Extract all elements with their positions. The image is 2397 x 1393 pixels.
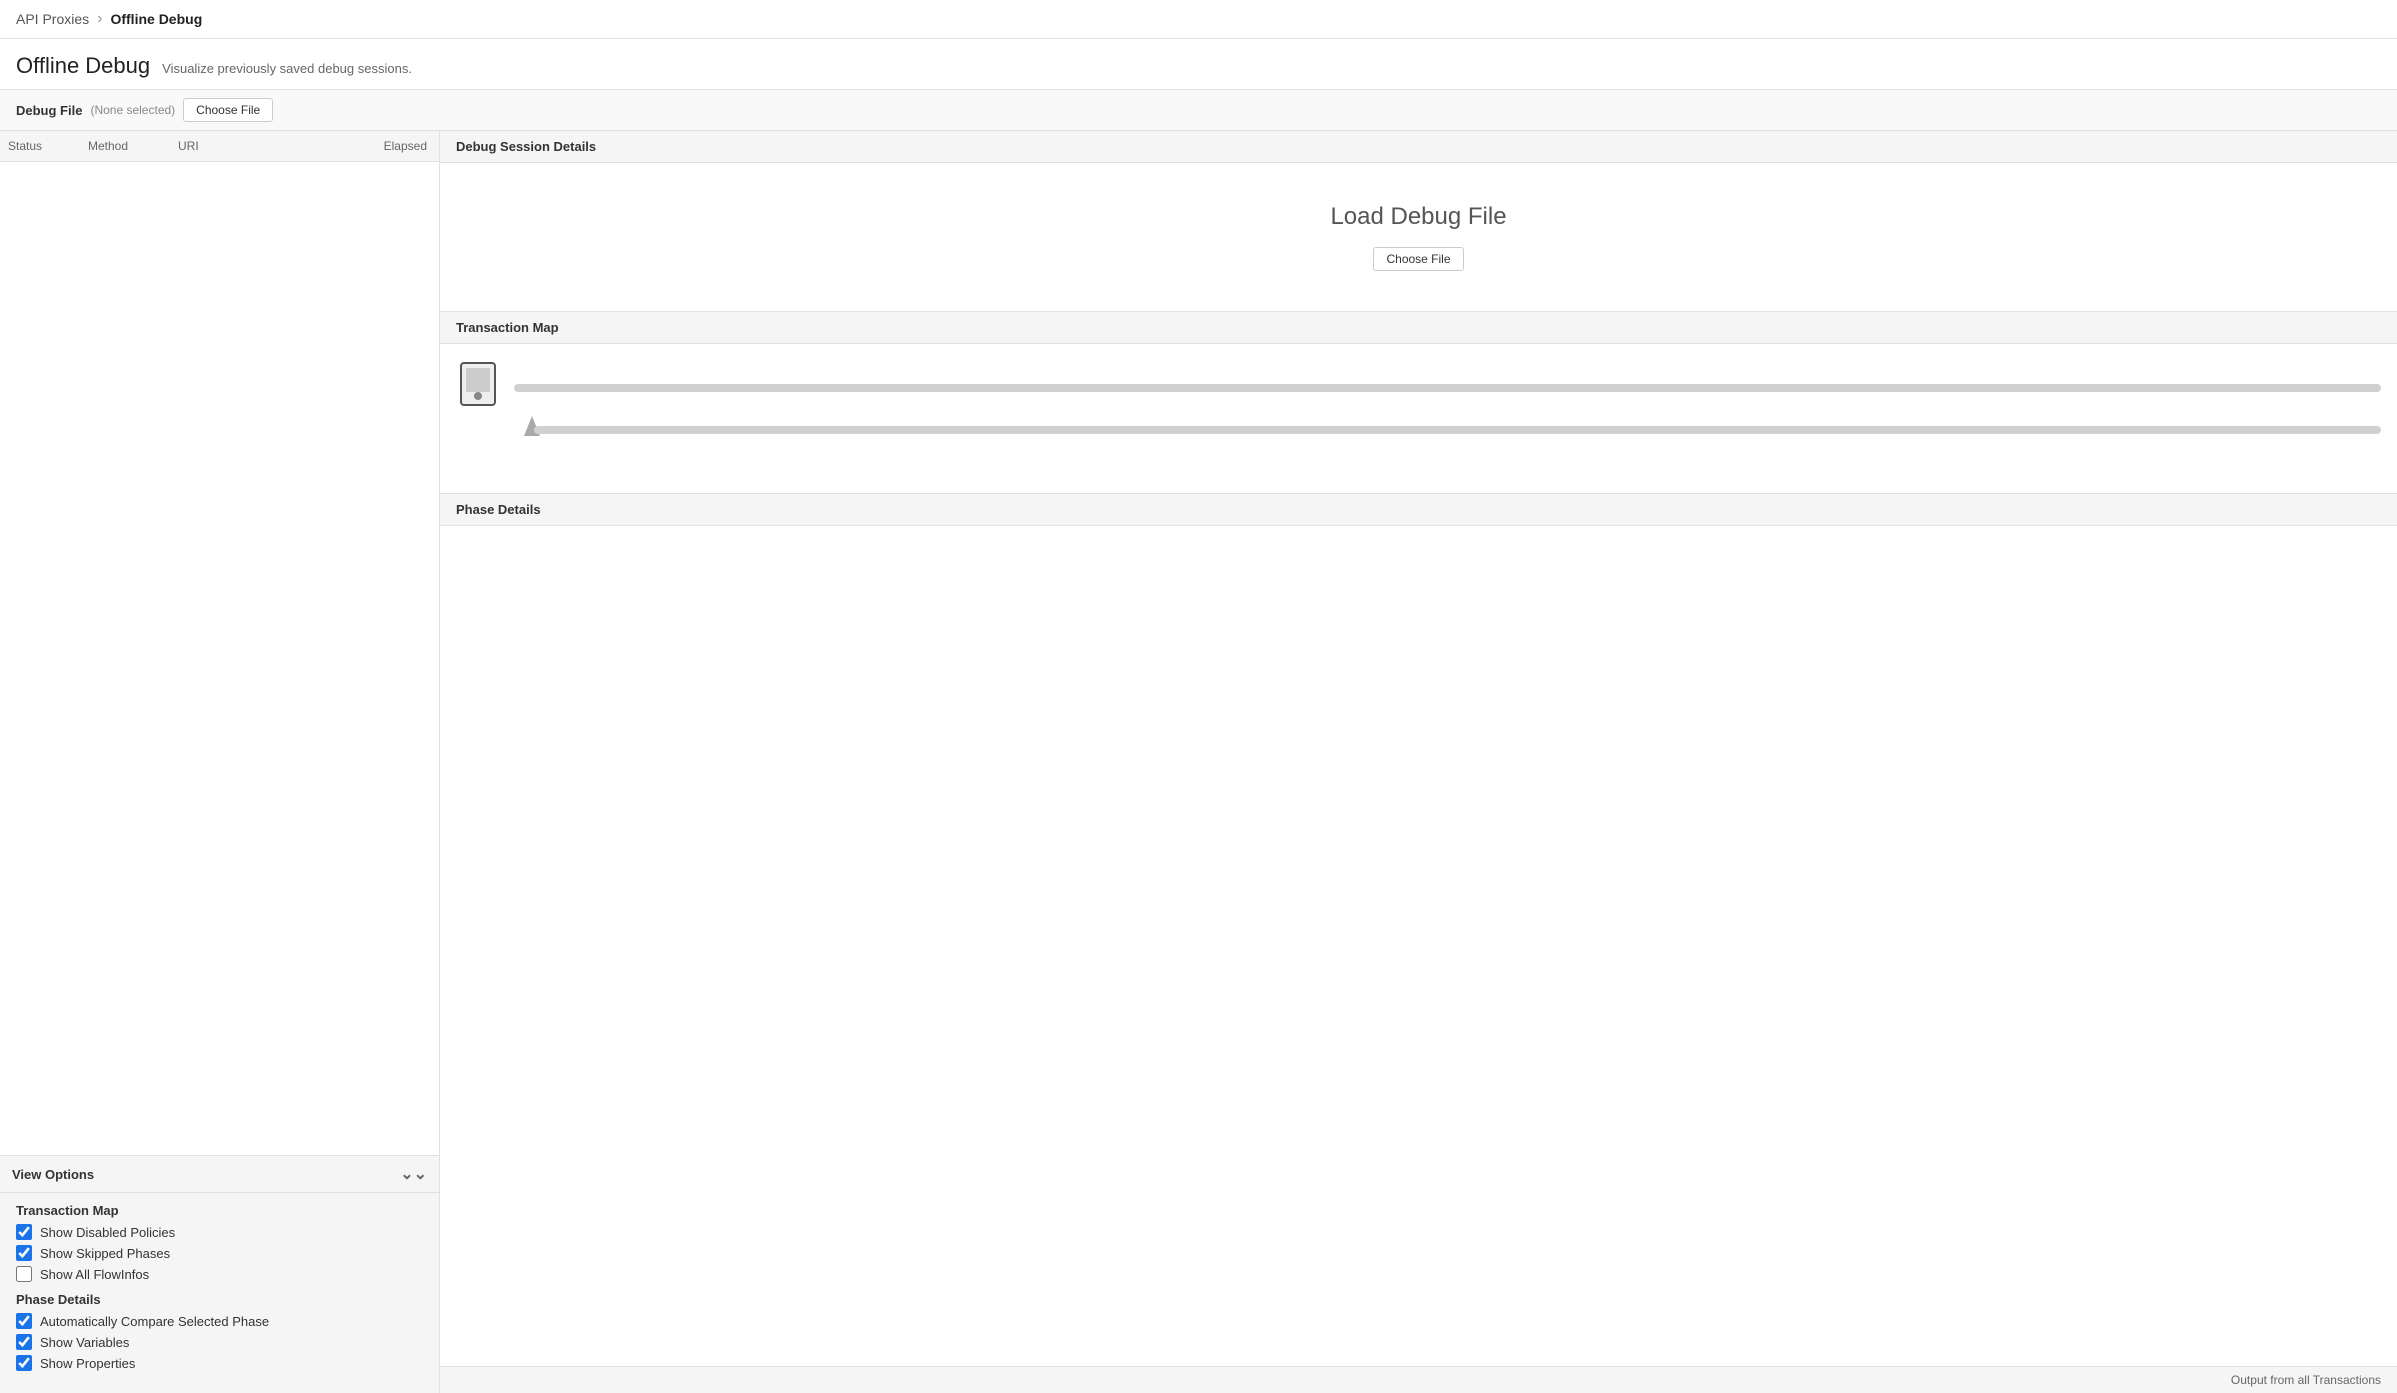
collapse-icon[interactable]: ⌄⌄ — [400, 1164, 427, 1184]
choose-file-button-main[interactable]: Choose File — [1373, 247, 1463, 271]
debug-session-header: Debug Session Details — [440, 131, 2397, 163]
breadcrumb: API Proxies › Offline Debug — [0, 0, 2397, 39]
main-layout: Status Method URI Elapsed View Options ⌄… — [0, 131, 2397, 1393]
transaction-map-header: Transaction Map — [440, 312, 2397, 344]
show-skipped-phases-label: Show Skipped Phases — [40, 1246, 170, 1261]
transaction-map-body — [440, 344, 2397, 494]
show-disabled-policies-label: Show Disabled Policies — [40, 1225, 175, 1240]
view-options-title: View Options — [12, 1167, 94, 1182]
phase-details-vo-label: Phase Details — [16, 1292, 423, 1307]
phone-icon — [460, 362, 496, 406]
transaction-arrows — [514, 364, 2381, 444]
show-variables-row: Show Variables — [16, 1334, 423, 1350]
view-options-header: View Options ⌄⌄ — [0, 1156, 439, 1193]
choose-file-button-top[interactable]: Choose File — [183, 98, 273, 122]
show-disabled-policies-row: Show Disabled Policies — [16, 1224, 423, 1240]
load-debug-area: Load Debug File Choose File — [440, 163, 2397, 312]
phase-details-header: Phase Details — [440, 494, 2397, 526]
debug-file-bar: Debug File (None selected) Choose File — [0, 90, 2397, 131]
show-variables-checkbox[interactable] — [16, 1334, 32, 1350]
show-disabled-policies-checkbox[interactable] — [16, 1224, 32, 1240]
table-header: Status Method URI Elapsed — [0, 131, 439, 162]
col-header-uri: URI — [170, 137, 359, 155]
show-all-flowinfos-checkbox[interactable] — [16, 1266, 32, 1282]
col-header-method: Method — [80, 137, 170, 155]
show-skipped-phases-checkbox[interactable] — [16, 1245, 32, 1261]
auto-compare-row: Automatically Compare Selected Phase — [16, 1313, 423, 1329]
right-panel: Debug Session Details Load Debug File Ch… — [440, 131, 2397, 1393]
show-properties-row: Show Properties — [16, 1355, 423, 1371]
show-skipped-phases-row: Show Skipped Phases — [16, 1245, 423, 1261]
show-properties-checkbox[interactable] — [16, 1355, 32, 1371]
transaction-map-label: Transaction Map — [16, 1203, 423, 1218]
load-debug-title: Load Debug File — [1330, 203, 1506, 231]
breadcrumb-current: Offline Debug — [110, 11, 202, 27]
show-properties-label: Show Properties — [40, 1356, 135, 1371]
output-footer: Output from all Transactions — [440, 1366, 2397, 1393]
auto-compare-checkbox[interactable] — [16, 1313, 32, 1329]
phase-details-section: Phase Details Automatically Compare Sele… — [16, 1292, 423, 1371]
phone-screen — [466, 368, 490, 392]
auto-compare-label: Automatically Compare Selected Phase — [40, 1314, 269, 1329]
transaction-map-section: Transaction Map Show Disabled Policies S… — [16, 1203, 423, 1282]
show-all-flowinfos-row: Show All FlowInfos — [16, 1266, 423, 1282]
phase-details-body — [440, 526, 2397, 1366]
page-header: Offline Debug Visualize previously saved… — [0, 39, 2397, 90]
col-header-status: Status — [0, 137, 80, 155]
page-subtitle: Visualize previously saved debug session… — [162, 61, 412, 76]
view-options-body: Transaction Map Show Disabled Policies S… — [0, 1193, 439, 1393]
line-top — [514, 384, 2381, 392]
breadcrumb-separator: › — [97, 10, 102, 28]
phone-button — [474, 392, 482, 400]
show-variables-label: Show Variables — [40, 1335, 129, 1350]
col-header-elapsed: Elapsed — [359, 137, 439, 155]
debug-file-none: (None selected) — [90, 103, 175, 117]
page-title: Offline Debug — [16, 53, 150, 79]
debug-file-label: Debug File — [16, 103, 82, 118]
line-bottom — [534, 426, 2381, 434]
show-all-flowinfos-label: Show All FlowInfos — [40, 1267, 149, 1282]
breadcrumb-parent[interactable]: API Proxies — [16, 11, 89, 27]
left-panel: Status Method URI Elapsed View Options ⌄… — [0, 131, 440, 1393]
view-options-panel: View Options ⌄⌄ Transaction Map Show Dis… — [0, 1155, 439, 1393]
table-body — [0, 162, 439, 1155]
